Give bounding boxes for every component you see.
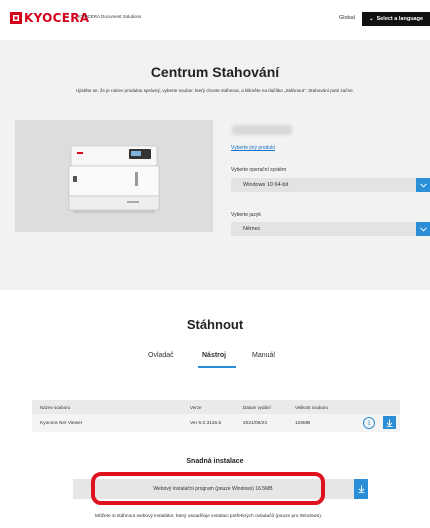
download-icon [386,419,393,427]
active-tab-indicator [198,366,236,368]
column-header-size: Velikost souboru [295,404,329,410]
select-language-label: Select a language [376,16,424,22]
page-subtitle: Ujistěte se, že je název produktu správn… [76,88,354,93]
easy-install-description: Můžete si stáhnout webový instalátor, kt… [95,514,323,519]
chevron-down-icon[interactable] [416,178,430,192]
tab-manual[interactable]: Manuál [252,352,275,359]
chevron-down-icon[interactable] [416,222,430,236]
file-name: Kyocera Net Viewer [40,420,83,426]
language-label: Vyberte jazyk [231,212,261,218]
info-icon[interactable]: i [363,417,375,429]
global-link[interactable]: Global [339,15,355,21]
download-section-title: Stáhnout [186,317,244,332]
printer-image [68,145,160,213]
file-table-header: Název souboru Verze Datum vydání Velikos… [32,400,400,414]
tab-driver[interactable]: Ovladač [148,352,174,359]
download-tabs: Ovladač Nástroj Manuál [0,352,430,370]
tab-utility[interactable]: Nástroj [202,352,226,359]
product-name [232,125,292,135]
language-select[interactable]: Němec [231,222,430,236]
file-size: 126MB [295,420,311,426]
file-date: 2021/06/23 [243,420,268,426]
download-icon [358,485,364,493]
os-label: Vyberte operační systém [231,167,287,173]
web-installer-download-button[interactable] [354,479,368,499]
column-header-version: Verze [190,404,202,410]
highlight-annotation [91,472,325,505]
kyocera-logo-icon [10,12,22,24]
language-select-value: Němec [243,226,261,232]
column-header-date: Datum vydání [243,404,271,410]
os-select-value: Windows 10 64-bit [243,182,289,188]
os-select[interactable]: Windows 10 64-bit [231,178,430,192]
product-image [15,120,213,232]
table-row: Kyocera Net Viewer Ver 6.0.3126.6 2021/0… [32,414,400,432]
site-header: KYOCERA KYOCERA Document Solutions Globa… [0,0,430,34]
easy-install-title: Snadná instalace [186,458,244,465]
select-language-button[interactable]: ⌄ Select a language [362,12,430,26]
page-title: Centrum Stahování [150,64,280,80]
brand-subtitle: KYOCERA Document Solutions [78,14,142,19]
chevron-down-icon: ⌄ [368,16,374,22]
select-other-product-link[interactable]: Vyberte jiný produkt [231,145,275,151]
column-header-filename: Název souboru [40,404,71,410]
file-version: Ver 6.0.3126.6 [190,420,222,426]
download-button[interactable] [383,416,396,429]
